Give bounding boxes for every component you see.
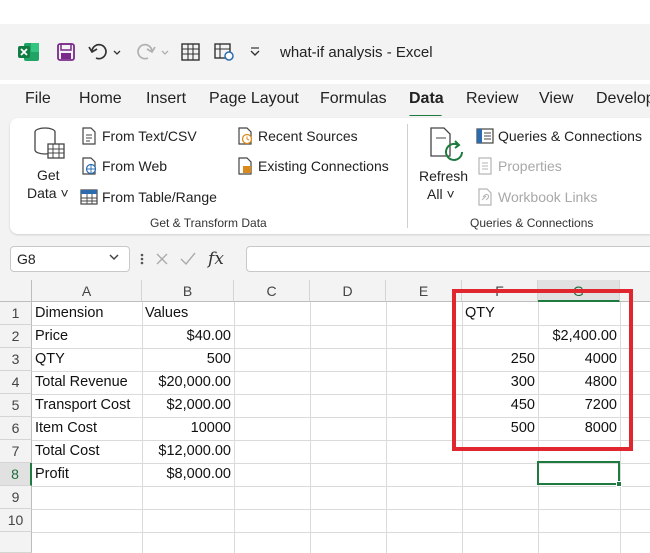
tab-formulas[interactable]: Formulas [320, 90, 387, 108]
gridline [234, 302, 235, 553]
web-file-icon [80, 157, 98, 175]
row-header-5[interactable]: 5 [0, 394, 32, 417]
cell-b1[interactable]: Values [142, 302, 234, 325]
gridline [310, 302, 311, 553]
cell-a2[interactable]: Price [32, 325, 142, 348]
from-web-label: From Web [102, 158, 168, 174]
ribbon-group-separator [407, 124, 408, 228]
properties-icon [476, 157, 494, 175]
tab-view[interactable]: View [539, 90, 573, 108]
column-header-e[interactable]: E [386, 280, 462, 302]
workbook-links-icon [476, 188, 494, 206]
undo-icon[interactable] [88, 42, 122, 62]
tab-page-layout[interactable]: Page Layout [209, 90, 299, 108]
queries-connections-button[interactable]: Queries & Connections [476, 127, 642, 145]
save-icon[interactable] [56, 42, 76, 62]
cell-b8[interactable]: $8,000.00 [142, 463, 234, 486]
data-validation-icon[interactable] [213, 42, 235, 62]
row-header-9[interactable]: 9 [0, 486, 32, 509]
row-header-1[interactable]: 1 [0, 302, 32, 325]
row-header-3[interactable]: 3 [0, 348, 32, 371]
queries-connections-icon [476, 127, 494, 145]
name-box-chevron-icon[interactable] [108, 251, 120, 266]
refresh-all-icon[interactable] [428, 126, 464, 164]
tab-file[interactable]: File [25, 90, 51, 108]
queries-connections-group-label: Queries & Connections [470, 216, 594, 230]
tab-insert[interactable]: Insert [146, 90, 186, 108]
table-icon [80, 188, 98, 206]
form-icon[interactable] [180, 42, 202, 62]
row-header-7[interactable]: 7 [0, 440, 32, 463]
cell-b4[interactable]: $20,000.00 [142, 371, 234, 394]
from-text-csv-button[interactable]: From Text/CSV [80, 127, 197, 145]
queries-connections-label: Queries & Connections [498, 128, 642, 144]
row-header-11[interactable] [0, 532, 32, 553]
row-header-2[interactable]: 2 [0, 325, 32, 348]
tab-home[interactable]: Home [79, 90, 122, 108]
cell-b5[interactable]: $2,000.00 [142, 394, 234, 417]
gridline [386, 302, 387, 553]
properties-button[interactable]: Properties [476, 157, 562, 175]
refresh-all-dropdown[interactable]: All ˅ [427, 186, 455, 202]
gridline [32, 509, 650, 510]
get-transform-group-label: Get & Transform Data [150, 216, 267, 230]
fill-handle[interactable] [616, 481, 622, 487]
from-web-button[interactable]: From Web [80, 157, 167, 175]
column-header-c[interactable]: C [234, 280, 310, 302]
excel-logo-icon [18, 42, 40, 62]
from-table-range-button[interactable]: From Table/Range [80, 188, 217, 206]
cell-a6[interactable]: Item Cost [32, 417, 142, 440]
column-header-b[interactable]: B [142, 280, 234, 302]
enter-check-icon[interactable] [174, 251, 202, 267]
get-data-label[interactable]: Get [37, 167, 60, 183]
highlight-box [452, 289, 633, 451]
select-all-corner[interactable] [0, 280, 32, 302]
cell-a4[interactable]: Total Revenue [32, 371, 142, 394]
recent-sources-icon [236, 127, 254, 145]
gridline [32, 532, 650, 533]
cell-b7[interactable]: $12,000.00 [142, 440, 234, 463]
cell-a8[interactable]: Profit [32, 463, 142, 486]
existing-connections-label: Existing Connections [258, 158, 389, 174]
active-cell-g8[interactable] [537, 461, 620, 485]
get-data-dropdown[interactable]: Data ˅ [27, 185, 69, 201]
workbook-links-button[interactable]: Workbook Links [476, 188, 597, 206]
column-header-d[interactable]: D [310, 280, 386, 302]
row-header-6[interactable]: 6 [0, 417, 32, 440]
formula-controls: fx [150, 246, 240, 272]
recent-sources-button[interactable]: Recent Sources [236, 127, 358, 145]
properties-label: Properties [498, 158, 562, 174]
cell-a3[interactable]: QTY [32, 348, 142, 371]
gridline [32, 486, 650, 487]
row-header-8[interactable]: 8 [0, 463, 32, 486]
insert-function-fx[interactable]: fx [202, 249, 230, 269]
customize-toolbar-chevron-icon[interactable] [248, 46, 262, 58]
from-text-csv-label: From Text/CSV [102, 128, 197, 144]
cancel-icon[interactable] [150, 251, 174, 267]
workbook-links-label: Workbook Links [498, 189, 598, 205]
cell-a1[interactable]: Dimension [32, 302, 142, 325]
formula-input[interactable] [246, 246, 650, 272]
existing-connections-icon [236, 157, 254, 175]
cell-b2[interactable]: $40.00 [142, 325, 234, 348]
refresh-all-label[interactable]: Refresh [419, 168, 468, 184]
formula-bar-drag-handle-icon[interactable] [138, 250, 146, 268]
recent-sources-label: Recent Sources [258, 128, 358, 144]
existing-connections-button[interactable]: Existing Connections [236, 157, 389, 175]
from-table-range-label: From Table/Range [102, 189, 217, 205]
row-header-4[interactable]: 4 [0, 371, 32, 394]
cell-a7[interactable]: Total Cost [32, 440, 142, 463]
cell-b3[interactable]: 500 [142, 348, 234, 371]
tab-developer[interactable]: Develop [596, 90, 650, 108]
window-title: what-if analysis - Excel [280, 44, 433, 61]
row-header-10[interactable]: 10 [0, 509, 32, 532]
tab-data[interactable]: Data [409, 90, 444, 108]
cell-b6[interactable]: 10000 [142, 417, 234, 440]
column-header-a[interactable]: A [32, 280, 142, 302]
tab-review[interactable]: Review [466, 90, 518, 108]
redo-icon[interactable] [134, 42, 170, 62]
text-file-icon [80, 127, 98, 145]
get-data-icon[interactable] [32, 126, 66, 162]
cell-a5[interactable]: Transport Cost [32, 394, 142, 417]
